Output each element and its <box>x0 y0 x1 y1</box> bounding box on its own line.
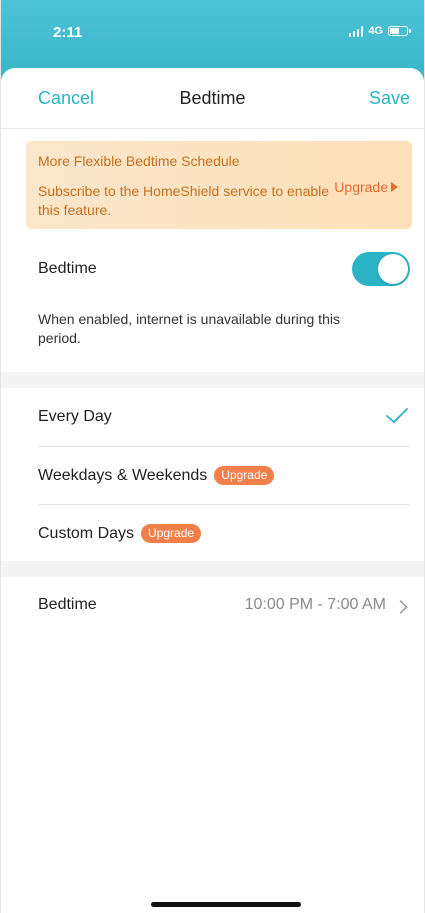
save-button[interactable]: Save <box>369 88 410 109</box>
bedtime-description: When enabled, internet is unavailable du… <box>38 311 340 346</box>
option-weekdays-weekends[interactable]: Weekdays & Weekends Upgrade <box>38 446 410 505</box>
option-text: Weekdays & Weekends <box>38 466 208 484</box>
bedtime-period-row[interactable]: Bedtime 10:00 PM - 7:00 AM <box>38 577 410 635</box>
status-time: 2:11 <box>53 24 83 41</box>
option-text: Every Day <box>38 408 112 425</box>
upgrade-badge[interactable]: Upgrade <box>141 524 202 543</box>
option-custom-days[interactable]: Custom Days Upgrade <box>38 504 410 562</box>
system-indicators: 4G <box>348 25 411 37</box>
banner-text: Subscribe to the HomeShield service to e… <box>38 183 330 218</box>
chevron-right-icon <box>399 600 408 614</box>
section-divider <box>1 561 424 577</box>
bedtime-period-value: 10:00 PM - 7:00 AM <box>244 596 386 613</box>
option-label: Custom Days Upgrade <box>38 524 202 543</box>
banner-upgrade-label: Upgrade <box>334 179 388 195</box>
option-every-day[interactable]: Every Day <box>38 388 410 447</box>
signal-icon <box>348 25 364 37</box>
banner-title: More Flexible Bedtime Schedule <box>38 153 240 169</box>
bedtime-toggle-label: Bedtime <box>38 260 97 277</box>
toggle-knob <box>378 254 408 284</box>
option-text: Custom Days <box>38 524 135 542</box>
bedtime-toggle[interactable] <box>352 252 410 286</box>
option-label: Weekdays & Weekends Upgrade <box>38 466 275 485</box>
page-title: Bedtime <box>179 88 246 108</box>
banner-upgrade-link[interactable]: Upgrade <box>334 179 398 195</box>
app-screen: 2:11 4G Cancel Bedtime Save More Flexibl… <box>0 0 425 913</box>
home-indicator[interactable] <box>151 902 301 907</box>
upgrade-banner[interactable]: More Flexible Bedtime Schedule Subscribe… <box>26 141 412 229</box>
battery-icon <box>388 26 411 36</box>
nav-bar: Cancel Bedtime Save <box>1 68 424 129</box>
option-label: Every Day <box>38 408 112 426</box>
checkmark-icon <box>386 408 408 423</box>
upgrade-badge[interactable]: Upgrade <box>214 466 275 485</box>
triangle-right-icon <box>391 182 398 192</box>
bedtime-sheet: Cancel Bedtime Save More Flexible Bedtim… <box>1 68 424 913</box>
section-divider <box>1 372 424 388</box>
battery-fill <box>390 28 399 34</box>
network-type: 4G <box>368 25 383 37</box>
bedtime-period-label: Bedtime <box>38 596 97 613</box>
bedtime-toggle-row: Bedtime <box>38 248 410 288</box>
